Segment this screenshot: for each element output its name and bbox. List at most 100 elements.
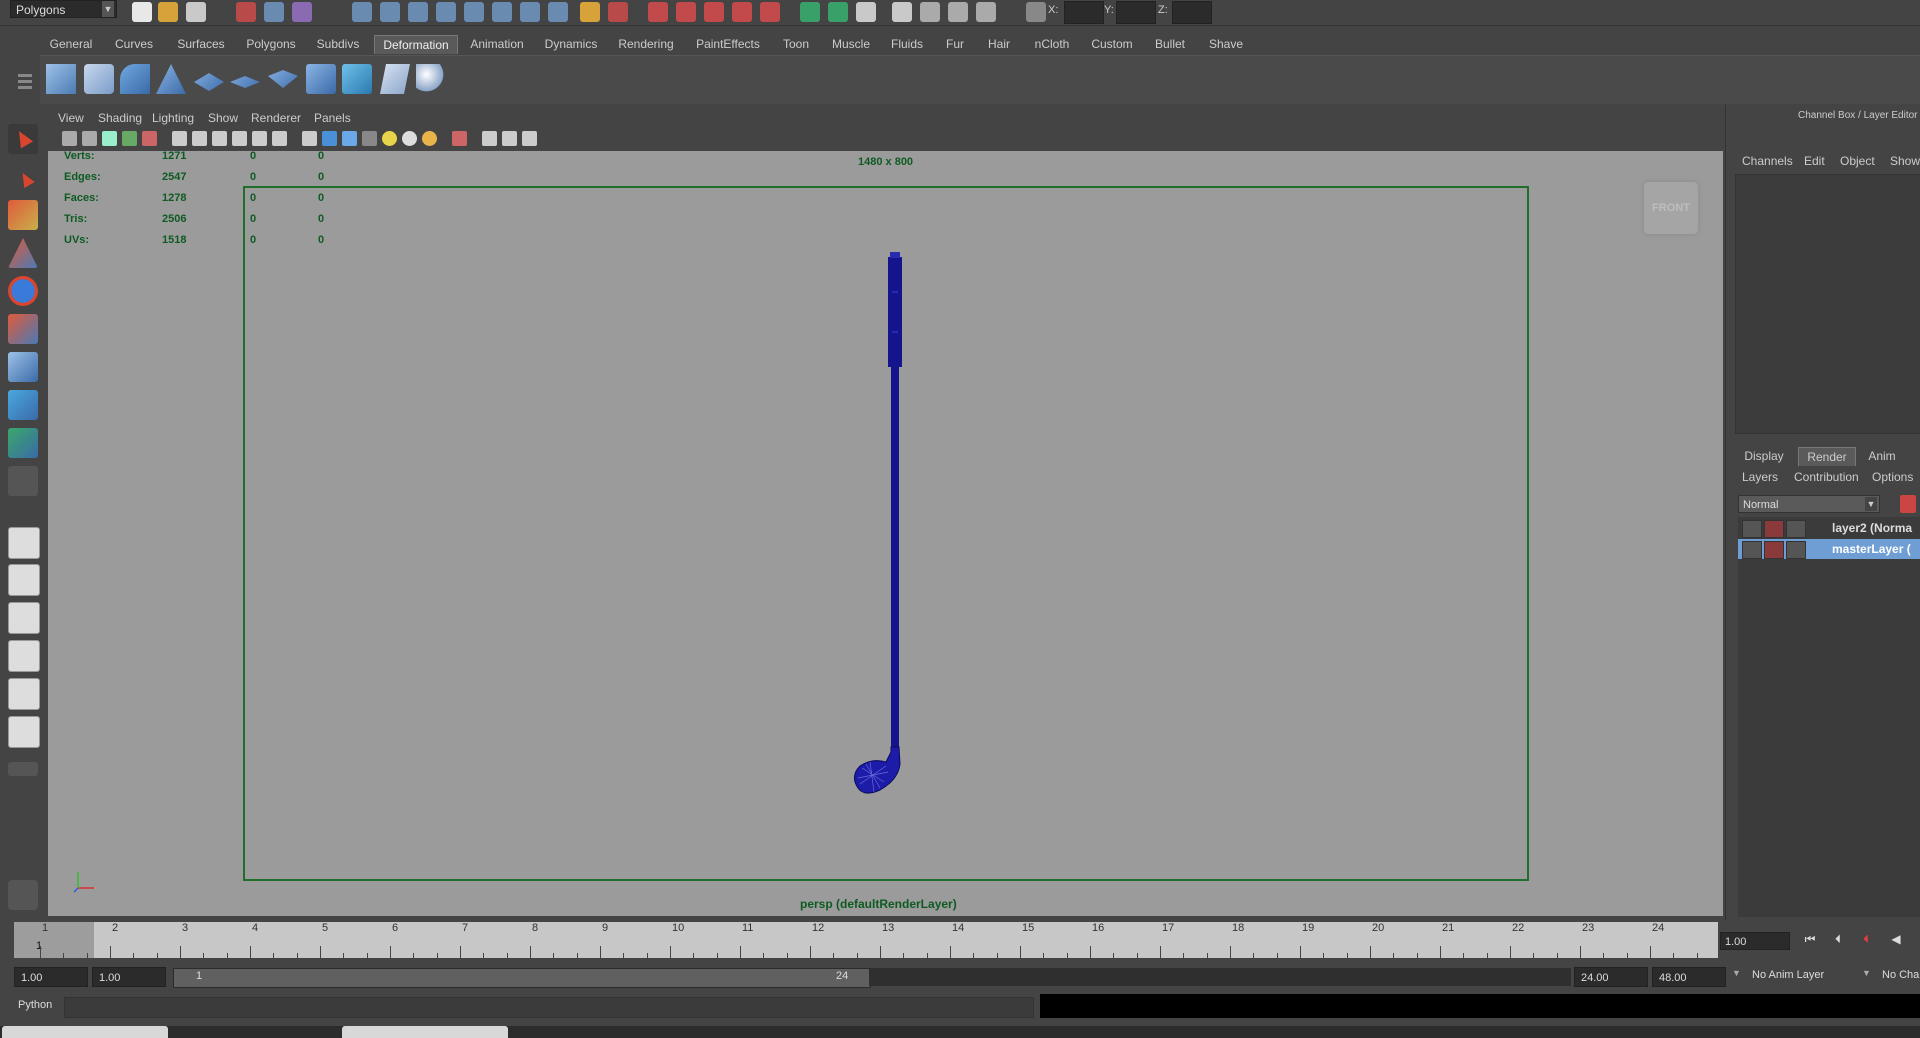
bend-icon[interactable] bbox=[120, 64, 150, 94]
layer-tab-render[interactable]: Render bbox=[1798, 447, 1856, 466]
flare-icon[interactable] bbox=[156, 64, 186, 94]
layer-settings-icon[interactable] bbox=[1786, 541, 1806, 559]
render-current-icon[interactable] bbox=[920, 2, 940, 22]
playback-start-field[interactable]: 1.00 bbox=[92, 967, 166, 987]
go-to-start-icon[interactable]: ⏮ bbox=[1800, 932, 1820, 950]
render-toggle-icon[interactable] bbox=[1742, 541, 1762, 559]
layers-menu[interactable]: Layers bbox=[1742, 470, 1778, 484]
shelf-tab-custom[interactable]: Custom bbox=[1086, 35, 1138, 53]
z-field[interactable] bbox=[1172, 1, 1212, 24]
high-quality-icon[interactable] bbox=[422, 131, 437, 146]
mask-surfaces-icon[interactable] bbox=[436, 2, 456, 22]
shelf-tab-surfaces[interactable]: Surfaces bbox=[170, 35, 232, 53]
mask-dynamics-icon[interactable] bbox=[492, 2, 512, 22]
soft-mod-tool-icon[interactable] bbox=[8, 390, 38, 420]
four-view-layout-icon[interactable] bbox=[8, 564, 40, 596]
shelf-tab-dynamics[interactable]: Dynamics bbox=[540, 35, 602, 53]
panel-menu-lighting[interactable]: Lighting bbox=[152, 111, 194, 125]
select-tool-icon[interactable] bbox=[8, 124, 38, 154]
field-chart-icon[interactable] bbox=[252, 131, 267, 146]
mask-joints-icon[interactable] bbox=[380, 2, 400, 22]
contribution-menu[interactable]: Contribution bbox=[1794, 470, 1859, 484]
start-time-field[interactable]: 1.00 bbox=[14, 967, 88, 987]
paint-select-tool-icon[interactable] bbox=[8, 200, 38, 230]
snap-point-icon[interactable] bbox=[704, 2, 724, 22]
new-layer-icon[interactable] bbox=[1900, 495, 1916, 513]
sine-icon[interactable] bbox=[194, 73, 224, 91]
channel-box-area[interactable] bbox=[1735, 174, 1920, 434]
hypershade-layout-icon[interactable] bbox=[8, 716, 40, 748]
film-gate-icon[interactable] bbox=[192, 131, 207, 146]
textured-icon[interactable] bbox=[362, 131, 377, 146]
anim-layer-label[interactable]: No Anim Layer bbox=[1752, 969, 1824, 981]
shelf-tab-animation[interactable]: Animation bbox=[464, 35, 530, 53]
select-hierarchy-icon[interactable] bbox=[236, 2, 256, 22]
save-scene-icon[interactable] bbox=[186, 2, 206, 22]
show-menu[interactable]: Show bbox=[1890, 154, 1920, 168]
mask-deformations-icon[interactable] bbox=[464, 2, 484, 22]
select-camera-icon[interactable] bbox=[62, 131, 77, 146]
shelf-tab-ncloth[interactable]: nCloth bbox=[1028, 35, 1076, 53]
wave-icon[interactable] bbox=[306, 64, 336, 94]
step-back-key-icon[interactable]: ⏴ bbox=[1856, 932, 1876, 950]
outliner-persp-layout-icon[interactable] bbox=[8, 678, 40, 710]
render-toggle-icon[interactable] bbox=[1742, 520, 1762, 538]
menu-set-dropdown[interactable]: Polygons ▼ bbox=[10, 0, 117, 18]
options-menu[interactable]: Options bbox=[1872, 470, 1913, 484]
blend-mode-dropdown[interactable]: Normal ▼ bbox=[1738, 495, 1880, 513]
wireframe-on-shaded-icon[interactable] bbox=[342, 131, 357, 146]
shelf-tab-fluids[interactable]: Fluids bbox=[884, 35, 930, 53]
shelf-tab-muscle[interactable]: Muscle bbox=[826, 35, 876, 53]
shelf-tab-hair[interactable]: Hair bbox=[980, 35, 1018, 53]
x-field[interactable] bbox=[1064, 1, 1104, 24]
wire-icon[interactable] bbox=[380, 64, 410, 94]
panel-menu-panels[interactable]: Panels bbox=[314, 111, 351, 125]
chevron-down-icon[interactable]: ▼ bbox=[1732, 968, 1741, 978]
lattice-icon[interactable] bbox=[46, 64, 76, 94]
move-tool-icon[interactable] bbox=[8, 238, 38, 268]
xray-active-icon[interactable] bbox=[522, 131, 537, 146]
twist-icon[interactable] bbox=[268, 70, 298, 88]
panel-menu-show[interactable]: Show bbox=[208, 111, 238, 125]
shelf-tab-shave[interactable]: Shave bbox=[1202, 35, 1250, 53]
shelf-tab-bullet[interactable]: Bullet bbox=[1148, 35, 1192, 53]
output-ops-icon[interactable] bbox=[828, 2, 848, 22]
snap-grid-icon[interactable] bbox=[648, 2, 668, 22]
object-menu[interactable]: Object bbox=[1840, 154, 1875, 168]
graph-editor-layout-icon[interactable] bbox=[8, 640, 40, 672]
shelf-tab-rendering[interactable]: Rendering bbox=[614, 35, 678, 53]
layer-tab-display[interactable]: Display bbox=[1740, 447, 1788, 465]
minimized-window[interactable] bbox=[2, 1026, 168, 1038]
lasso-tool-icon[interactable] bbox=[8, 162, 38, 192]
layer-row-selected[interactable]: masterLayer ( bbox=[1738, 539, 1920, 559]
current-time-field[interactable]: 1.00 bbox=[1720, 932, 1790, 950]
mask-rendering-icon[interactable] bbox=[520, 2, 540, 22]
render-view-icon[interactable] bbox=[892, 2, 912, 22]
bookmarks-icon[interactable] bbox=[102, 131, 117, 146]
last-tool-icon[interactable] bbox=[8, 466, 38, 496]
channels-menu[interactable]: Channels bbox=[1742, 154, 1793, 168]
isolate-select-icon[interactable] bbox=[452, 131, 467, 146]
construction-history-icon[interactable] bbox=[856, 2, 876, 22]
shelf-tab-subdivs[interactable]: Subdivs bbox=[310, 35, 366, 53]
view-cube[interactable]: FRONT bbox=[1644, 182, 1698, 234]
minimized-window[interactable] bbox=[342, 1026, 508, 1038]
wrap-icon[interactable] bbox=[342, 64, 372, 94]
use-all-lights-icon[interactable] bbox=[382, 131, 397, 146]
sculpt-icon[interactable] bbox=[416, 64, 446, 94]
xray-joints-icon[interactable] bbox=[502, 131, 517, 146]
snap-live-icon[interactable] bbox=[760, 2, 780, 22]
play-backwards-icon[interactable]: ◀ bbox=[1886, 932, 1906, 950]
panel-menu-shading[interactable]: Shading bbox=[98, 111, 142, 125]
shadows-icon[interactable] bbox=[402, 131, 417, 146]
panel-menu-view[interactable]: View bbox=[58, 111, 84, 125]
range-slider[interactable]: 1 24 bbox=[173, 968, 871, 988]
shelf-tab-toon[interactable]: Toon bbox=[776, 35, 816, 53]
scale-tool-icon[interactable] bbox=[8, 314, 38, 344]
recycle-icon[interactable] bbox=[1764, 520, 1784, 538]
input-ops-icon[interactable] bbox=[800, 2, 820, 22]
universal-manipulator-icon[interactable] bbox=[8, 352, 38, 382]
mask-handles-icon[interactable] bbox=[352, 2, 372, 22]
camera-attributes-icon[interactable] bbox=[82, 131, 97, 146]
end-time-field[interactable]: 48.00 bbox=[1652, 967, 1726, 987]
